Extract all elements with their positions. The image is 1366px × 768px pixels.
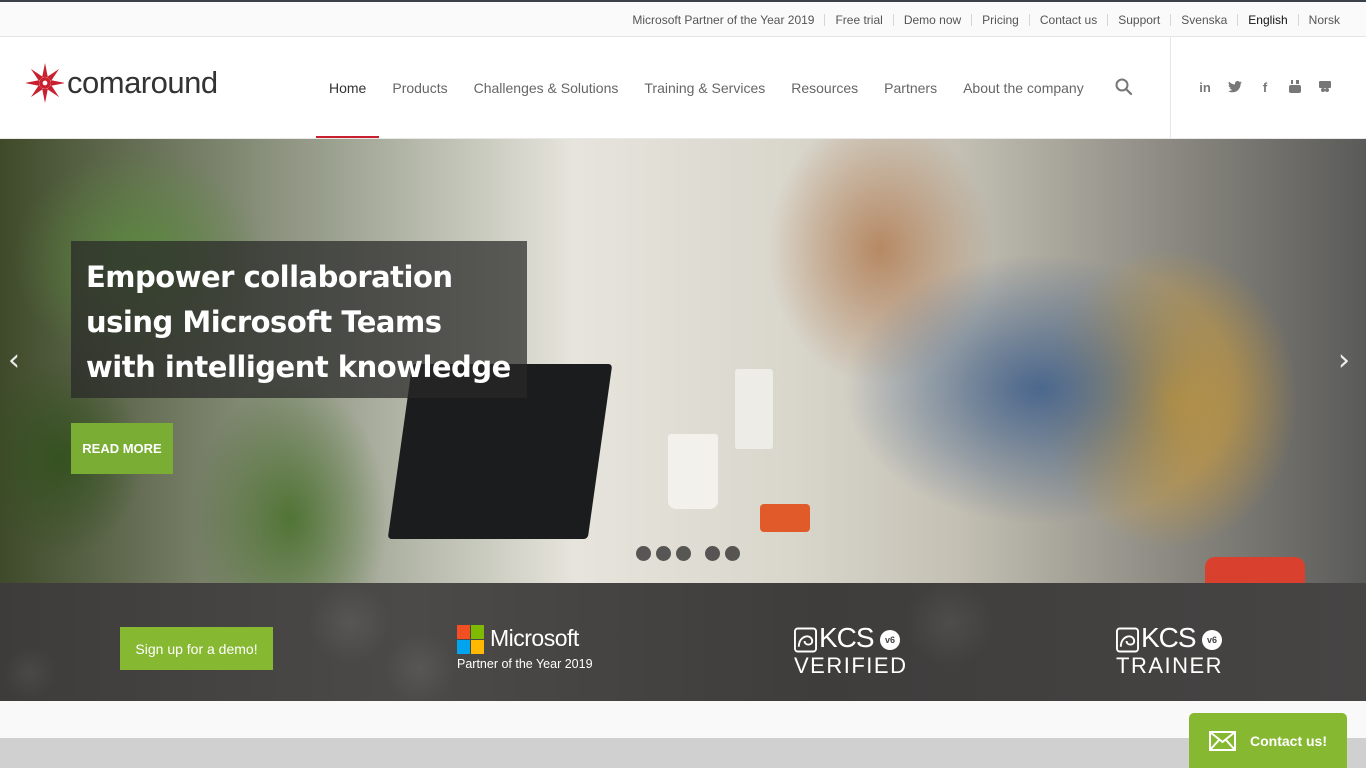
microsoft-subtitle: Partner of the Year 2019 <box>457 657 593 671</box>
search-icon[interactable] <box>1114 77 1134 97</box>
nav-resources[interactable]: Resources <box>778 37 871 138</box>
header-divider <box>1170 37 1171 138</box>
top-link-free-trial[interactable]: Free trial <box>824 13 892 26</box>
twitter-icon[interactable] <box>1220 77 1250 97</box>
nav-products[interactable]: Products <box>379 37 460 138</box>
contact-us-label: Contact us! <box>1250 732 1327 749</box>
kcs-word: KCS <box>1141 622 1197 653</box>
slider-next-arrow-icon[interactable]: › <box>1338 346 1358 376</box>
content-band <box>0 701 1366 738</box>
youtube-icon[interactable] <box>1280 77 1310 97</box>
main-header: comaround Home Products Challenges & Sol… <box>0 37 1366 139</box>
slider-dot[interactable] <box>725 546 740 561</box>
social-links: in f <box>1190 77 1340 97</box>
hero-photo-cup <box>735 369 773 449</box>
hero-photo-object <box>760 504 810 532</box>
hero-photo-chair <box>1205 557 1305 583</box>
kcs-version-badge: v6 <box>880 630 900 650</box>
contact-us-button[interactable]: Contact us! <box>1189 713 1347 768</box>
comaround-star-icon <box>26 63 64 103</box>
slider-prev-arrow-icon[interactable]: ‹ <box>8 346 28 376</box>
slider-dot[interactable] <box>636 546 651 561</box>
kcs-version-badge: v6 <box>1202 630 1222 650</box>
top-link-contact-us[interactable]: Contact us <box>1028 13 1107 26</box>
hero-slider: Empower collaboration using Microsoft Te… <box>0 139 1366 583</box>
content-section-gray <box>0 738 1366 768</box>
logo-text: comaround <box>67 65 218 100</box>
slider-dot[interactable] <box>705 546 720 561</box>
site-logo[interactable]: comaround <box>26 61 218 105</box>
top-link-demo-now[interactable]: Demo now <box>892 13 971 26</box>
top-links: Microsoft Partner of the Year 2019 Free … <box>622 2 1350 37</box>
read-more-button[interactable]: READ MORE <box>71 423 173 474</box>
language-english[interactable]: English <box>1237 13 1297 26</box>
slideshare-icon[interactable] <box>1310 77 1340 97</box>
microsoft-name: Microsoft <box>490 625 579 651</box>
kcs-trainer-label: TRAINER <box>1116 653 1224 678</box>
kcs-swirl-icon <box>1116 627 1139 653</box>
kcs-verified-label: VERIFIED <box>794 653 908 678</box>
linkedin-icon[interactable]: in <box>1190 77 1220 97</box>
kcs-swirl-icon <box>794 627 817 653</box>
slider-dot[interactable] <box>656 546 671 561</box>
top-link-pricing[interactable]: Pricing <box>971 13 1029 26</box>
top-link-support[interactable]: Support <box>1107 13 1170 26</box>
language-norsk[interactable]: Norsk <box>1297 13 1350 26</box>
nav-challenges-solutions[interactable]: Challenges & Solutions <box>461 37 632 138</box>
slider-dots <box>636 546 745 561</box>
main-nav: Home Products Challenges & Solutions Tra… <box>316 37 1097 138</box>
hero-headline: Empower collaboration using Microsoft Te… <box>86 260 511 384</box>
nav-about-company[interactable]: About the company <box>950 37 1097 138</box>
slider-dot[interactable] <box>676 546 691 561</box>
partner-strip: Sign up for a demo! Microsoft Partner of… <box>0 583 1366 701</box>
hero-photo-cup <box>668 434 718 509</box>
microsoft-logo-icon <box>457 625 484 654</box>
top-utility-bar: Microsoft Partner of the Year 2019 Free … <box>0 0 1366 37</box>
nav-training-services[interactable]: Training & Services <box>631 37 778 138</box>
nav-home[interactable]: Home <box>316 37 380 138</box>
kcs-word: KCS <box>819 622 875 653</box>
nav-partners[interactable]: Partners <box>871 37 950 138</box>
language-svenska[interactable]: Svenska <box>1170 13 1237 26</box>
top-link-partner-of-year[interactable]: Microsoft Partner of the Year 2019 <box>622 14 824 26</box>
hero-caption: Empower collaboration using Microsoft Te… <box>71 241 527 398</box>
facebook-icon[interactable]: f <box>1250 77 1280 97</box>
envelope-icon <box>1209 730 1236 751</box>
signup-demo-button[interactable]: Sign up for a demo! <box>120 627 273 670</box>
